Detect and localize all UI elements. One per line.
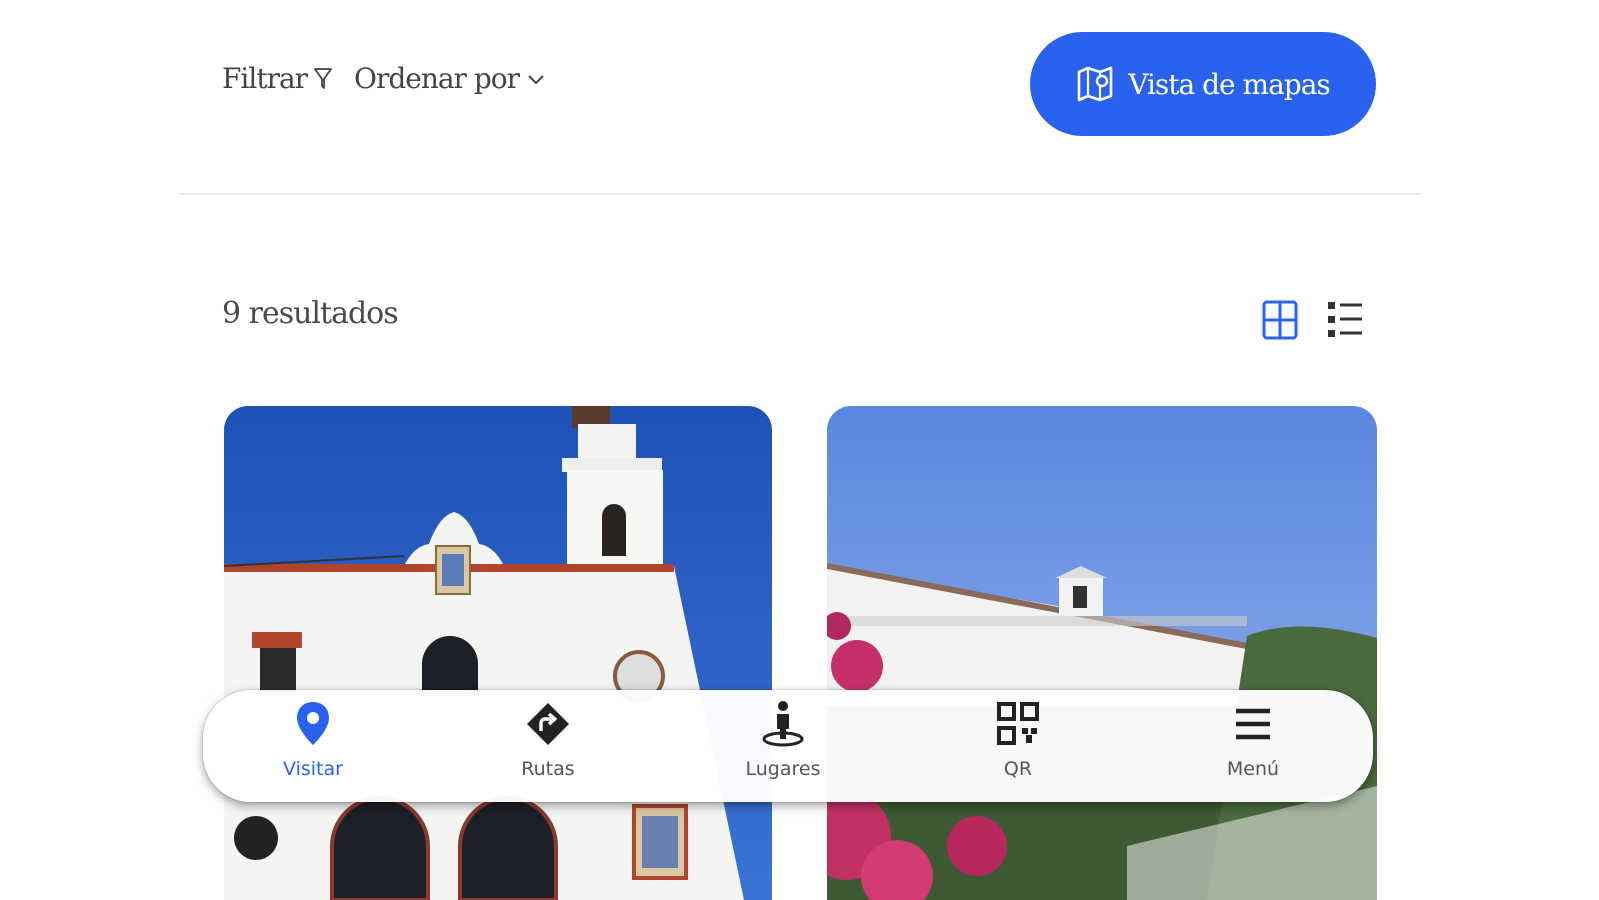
card-image [224,406,772,900]
map-view-button[interactable]: Vista de mapas [1030,32,1376,136]
person-pin-icon [759,698,807,750]
nav-item-visitar[interactable]: Visitar [253,698,373,794]
filter-label: Filtrar [222,62,308,95]
grid-view-toggle[interactable] [1262,299,1298,341]
result-card-1[interactable] [224,406,772,900]
nav-label: QR [1003,758,1033,780]
map-view-label: Vista de mapas [1128,67,1331,101]
location-pin-icon [289,698,337,750]
nav-label: Rutas [521,758,575,780]
list-view-toggle[interactable] [1326,299,1364,341]
route-sign-icon [524,698,572,750]
chevron-down-icon [528,74,544,84]
result-card-2[interactable] [827,406,1377,900]
nav-label: Menú [1226,758,1280,780]
qr-code-icon [994,698,1042,750]
filter-button[interactable]: Filtrar [222,62,333,95]
nav-item-menu[interactable]: Menú [1193,698,1313,794]
map-icon [1077,66,1113,102]
results-toolbar: Filtrar Ordenar por Vista de mapas [0,0,1599,195]
hamburger-menu-icon [1229,698,1277,750]
nav-item-lugares[interactable]: Lugares [723,698,843,794]
nav-item-qr[interactable]: QR [958,698,1078,794]
nav-label: Lugares [745,758,821,780]
list-icon [1328,302,1362,337]
funnel-icon [314,67,332,89]
card-image [827,406,1377,900]
results-count: 9 resultados [222,296,399,331]
sort-button[interactable]: Ordenar por [354,62,545,95]
sort-label: Ordenar por [354,62,520,95]
bottom-navigation: Visitar Rutas Lugares QR Menú [203,690,1373,802]
toolbar-divider [178,193,1422,195]
grid-icon [1262,300,1298,340]
nav-label: Visitar [283,758,343,780]
nav-item-rutas[interactable]: Rutas [488,698,608,794]
